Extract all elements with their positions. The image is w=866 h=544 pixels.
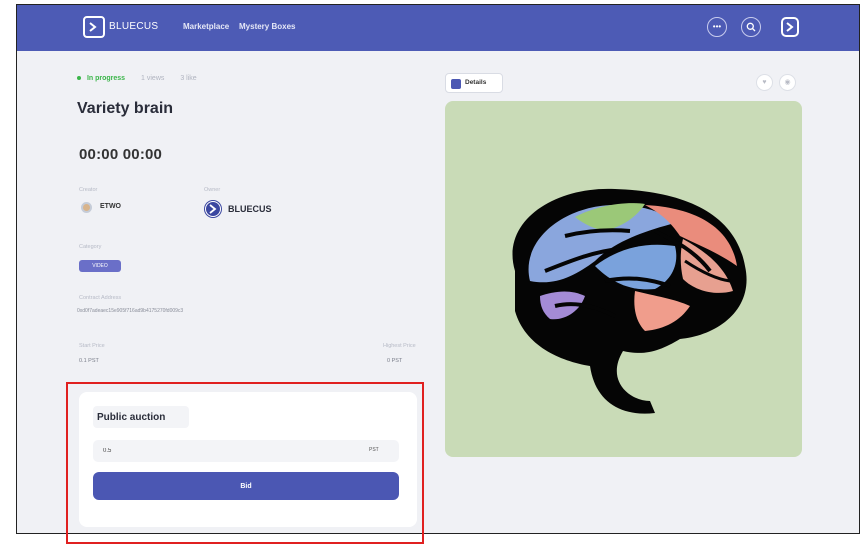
- auction-timer: 00:00 00:00: [79, 146, 163, 163]
- start-price-label: Start Price: [79, 343, 105, 349]
- details-label: Details: [465, 79, 487, 86]
- bid-button[interactable]: Bid: [93, 472, 399, 500]
- details-button[interactable]: Details: [445, 73, 503, 93]
- share-icon[interactable]: ◉: [779, 74, 796, 91]
- category-badge[interactable]: VIDEO: [79, 260, 121, 272]
- creator-avatar[interactable]: [81, 202, 92, 213]
- status-row: In progress 1 views 3 like: [77, 75, 211, 82]
- auction-label: Public auction: [97, 412, 166, 423]
- highest-price-value: 0 PST: [387, 358, 403, 364]
- start-price-value: 0.1 PST: [79, 358, 99, 364]
- bid-unit: PST: [369, 447, 379, 453]
- owner-label: Owner: [204, 187, 221, 193]
- creator-name[interactable]: ETWO: [100, 203, 121, 210]
- nav-mystery-boxes[interactable]: Mystery Boxes: [239, 22, 295, 31]
- brain-illustration: [512, 188, 747, 414]
- app-window: BLUECUS Marketplace Mystery Boxes ••• In…: [16, 4, 860, 534]
- details-icon: [451, 79, 461, 89]
- heart-icon[interactable]: ♥: [756, 74, 773, 91]
- views-count: 1 views: [141, 75, 165, 82]
- nav-marketplace[interactable]: Marketplace: [183, 22, 229, 31]
- ellipsis-icon[interactable]: •••: [707, 17, 727, 37]
- public-auction-card: Public auction PST Bid: [79, 392, 417, 527]
- search-icon[interactable]: [741, 17, 761, 37]
- artwork-image: [445, 101, 802, 457]
- likes-count: 3 like: [180, 75, 197, 82]
- contract-address[interactable]: 0xd0f7adeaec15e905f716ad9b4175270fd009c3: [77, 308, 183, 314]
- logo-text[interactable]: BLUECUS: [109, 21, 158, 32]
- account-logo-icon[interactable]: [781, 17, 799, 37]
- item-title: Variety brain: [77, 100, 174, 117]
- bluecus-logo-icon[interactable]: [83, 16, 105, 38]
- status-dot-icon: [77, 76, 81, 81]
- category-label: Category: [79, 244, 102, 250]
- owner-logo-icon[interactable]: [204, 200, 222, 218]
- top-nav-bar: BLUECUS Marketplace Mystery Boxes •••: [17, 5, 859, 51]
- highest-price-label: Highest Price: [383, 343, 416, 349]
- owner-name[interactable]: BLUECUS: [228, 204, 272, 214]
- status-text: In progress: [86, 75, 126, 82]
- creator-label: Creator: [79, 187, 98, 193]
- bid-amount-input[interactable]: [93, 440, 399, 462]
- contract-label: Contract Address: [79, 295, 122, 301]
